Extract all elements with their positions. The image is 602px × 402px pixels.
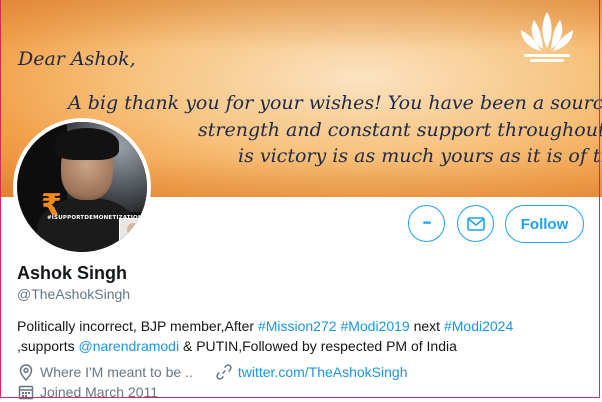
- screenshot-border: [0, 0, 600, 398]
